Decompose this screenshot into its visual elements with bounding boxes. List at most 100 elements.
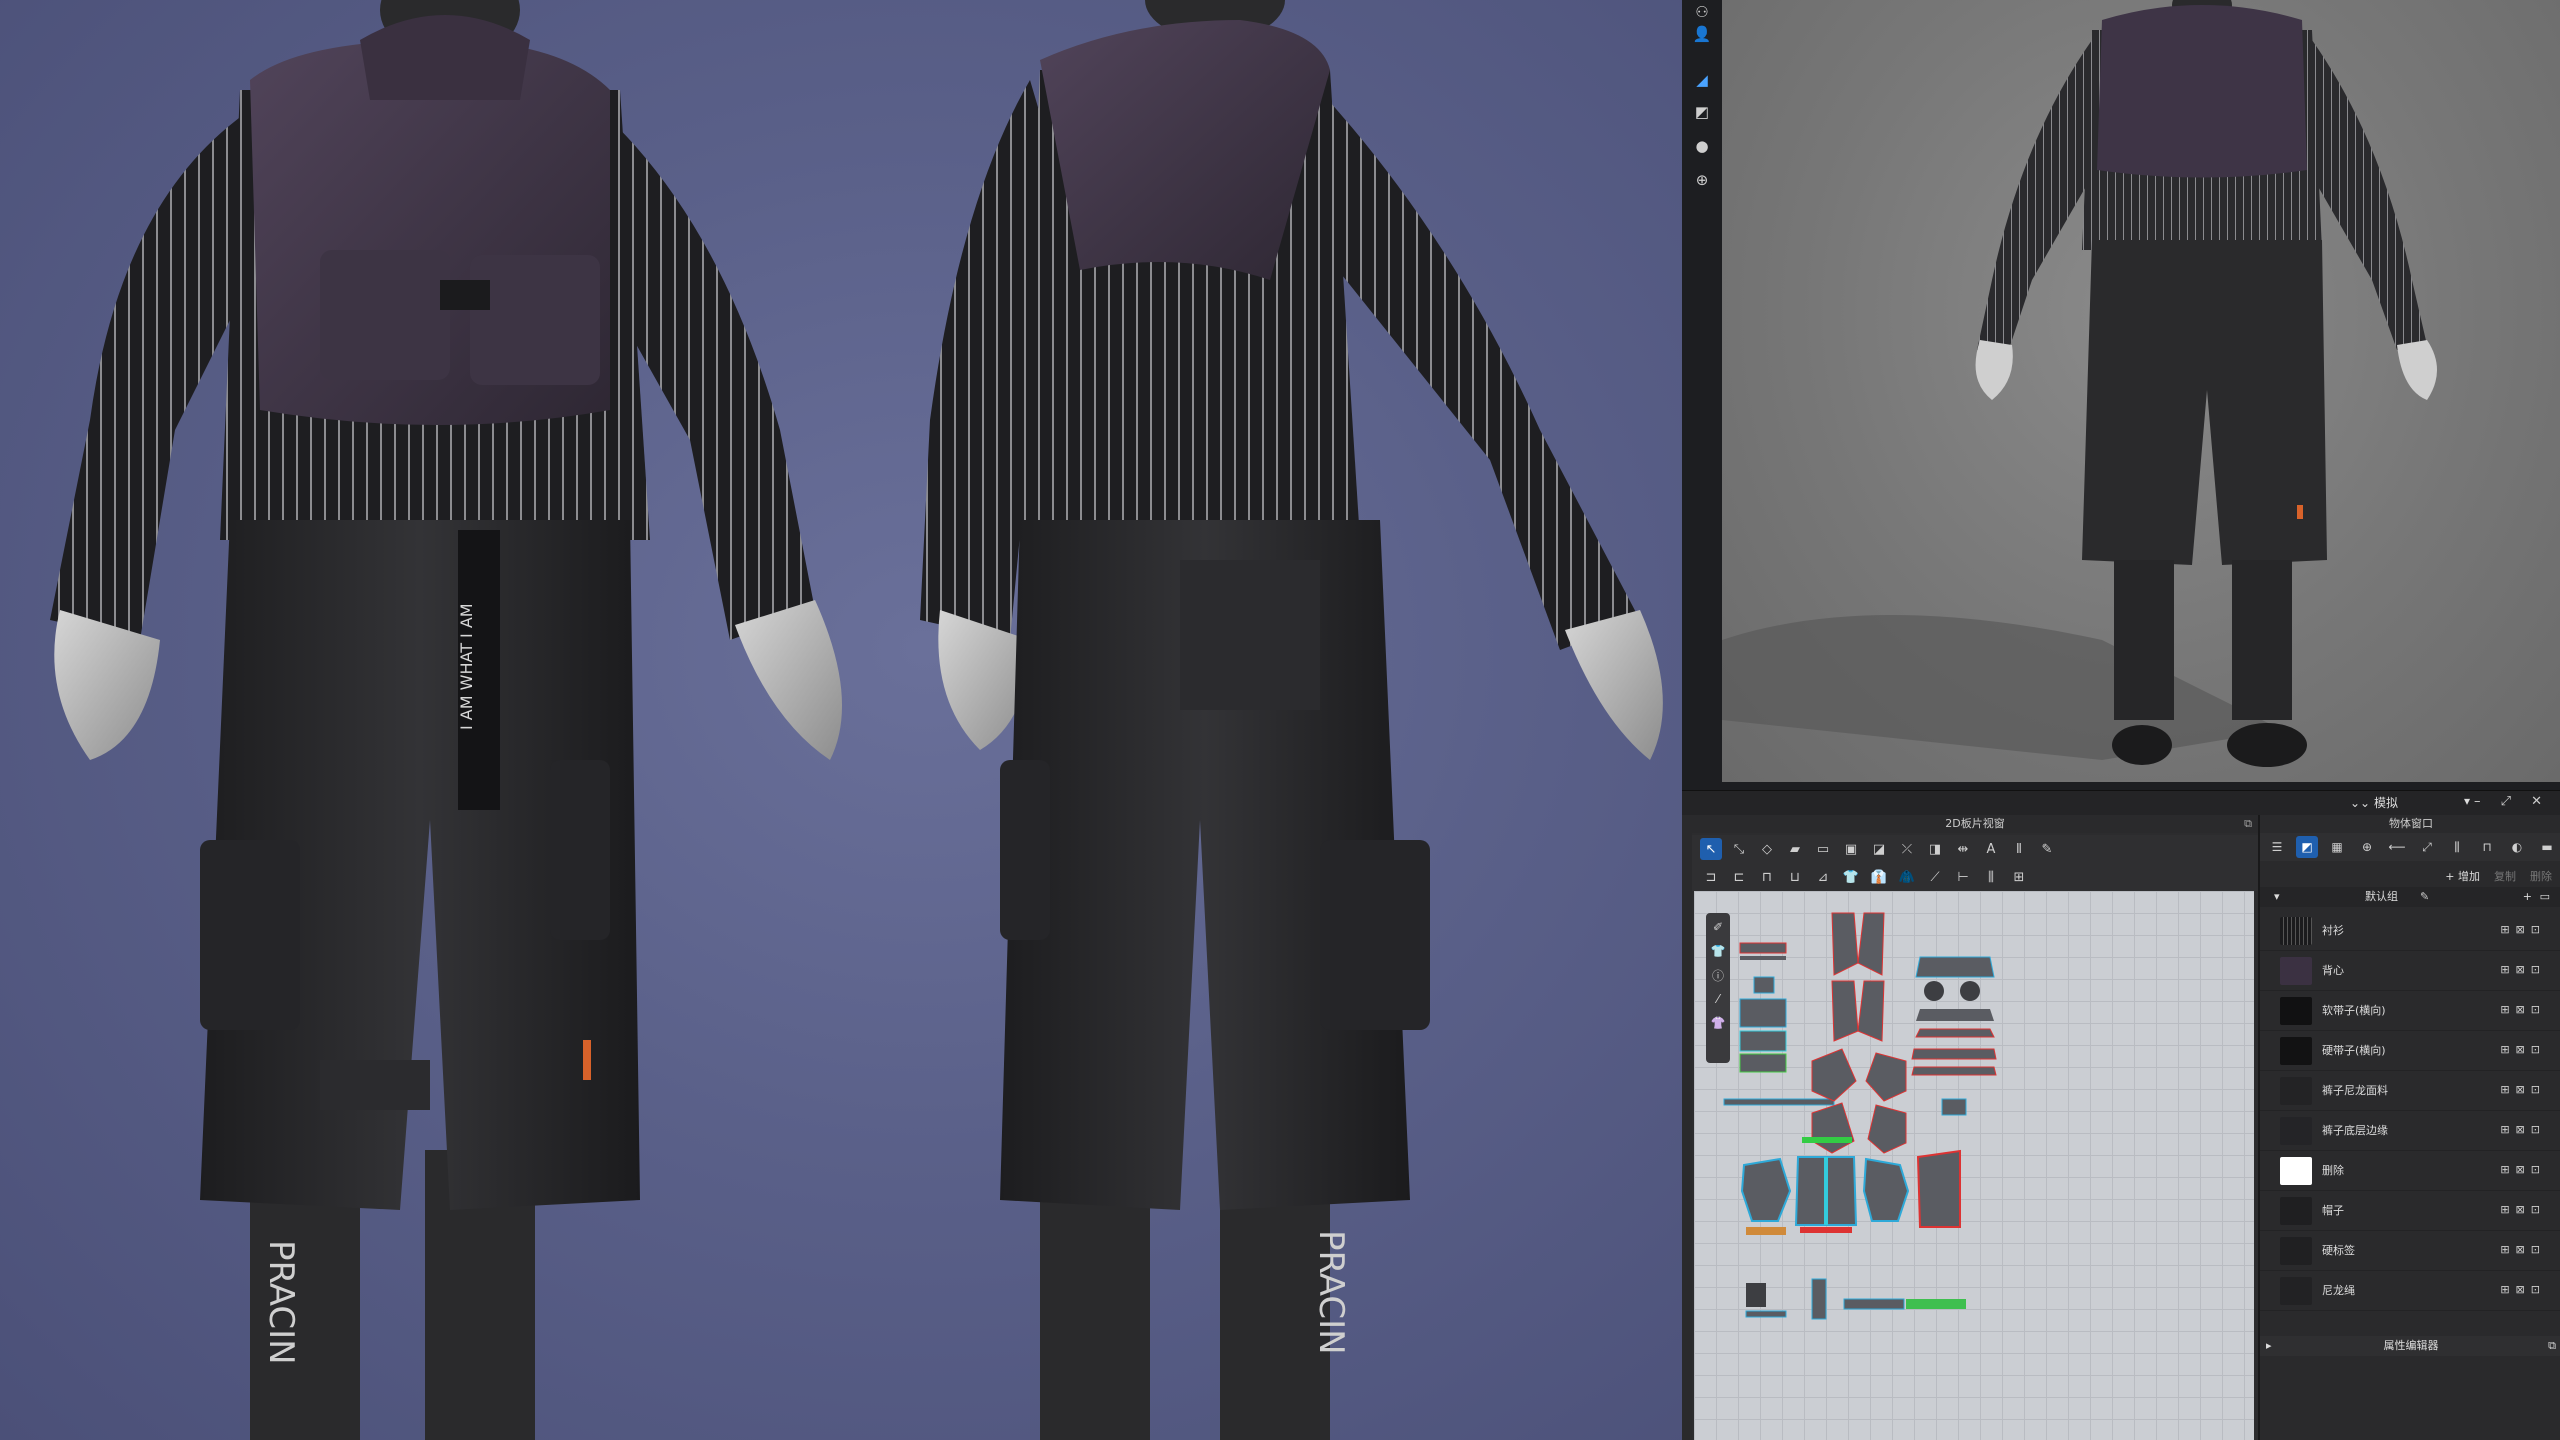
trim-tab-icon[interactable]: ⊓ — [2476, 836, 2498, 858]
back-figure: PRACIN — [920, 0, 1663, 1440]
fold-arrangement-icon[interactable]: ⊿ — [1812, 866, 1834, 888]
edit-pen-icon[interactable]: ✎ — [2420, 887, 2429, 907]
globe-icon[interactable]: ⊕ — [1690, 168, 1714, 192]
segment-sewing-icon[interactable]: ⊐ — [1700, 866, 1722, 888]
dock-icon[interactable]: ⧉ — [2548, 1336, 2556, 1356]
garment-render: PRACIN I AM WHAT I AM PRACIN — [50, 0, 1663, 1440]
collapse-arrow-icon[interactable]: ▾ — [2274, 887, 2280, 907]
2d-pattern-canvas[interactable] — [1694, 891, 2254, 1440]
2d-pattern-window-title: 2D板片视窗 — [1692, 815, 2258, 833]
graphic-tab-icon[interactable]: ▦ — [2326, 836, 2348, 858]
belt-strap-text: I AM WHAT I AM — [457, 603, 476, 730]
material-row[interactable]: 硬标签 ⊞⊠⊡ — [2260, 1231, 2560, 1271]
measure-tab-icon[interactable]: ◐ — [2506, 836, 2528, 858]
polygon-tool-icon[interactable]: ▰ — [1784, 838, 1806, 860]
shirt-tool-icon[interactable]: 👕 — [1840, 866, 1862, 888]
sock-text-left: PRACIN — [261, 1240, 301, 1365]
object-window: 物体窗口 ☰ ◩ ▦ ⊕ ⟵ ⤢ ⫼ ⊓ ◐ ▬ + 增加 复制 删除 ▾ 默认… — [2258, 815, 2560, 1440]
2d-pattern-window: 2D板片视窗 ⧉ ↖ ⤡ ◇ ▰ ▭ ▣ ◪ ⤫ ◨ ⇹ A ⦀ ✎ ⊐ ⊏ ⊓… — [1692, 815, 2258, 1440]
dart-tool-icon[interactable]: ◪ — [1868, 838, 1890, 860]
material-row[interactable]: 软带子(横向) ⊞⊠⊡ — [2260, 991, 2560, 1031]
symmetric-icon[interactable]: ◨ — [1924, 838, 1946, 860]
material-name: 裤子底层边缘 — [2322, 1124, 2388, 1137]
pen-tool-icon[interactable]: ✐ — [1707, 917, 1729, 937]
piping-tab-icon[interactable]: ▬ — [2536, 836, 2558, 858]
material-swatch — [2280, 1077, 2312, 1105]
fabric-icon[interactable]: ◩ — [1690, 100, 1714, 124]
add-icon[interactable]: + — [2523, 887, 2532, 907]
delete-button[interactable]: 删除 — [2530, 868, 2552, 884]
pleat-tool-icon[interactable]: ⦀ — [2008, 838, 2030, 860]
dock-icon[interactable]: ⧉ — [2244, 817, 2252, 831]
unfold-icon[interactable]: ⇹ — [1952, 838, 1974, 860]
material-row-icons[interactable]: ⊞⊠⊡ — [2500, 1123, 2546, 1136]
garment-select-icon[interactable]: 👕 — [1707, 941, 1729, 961]
material-row[interactable]: 裤子底层边缘 ⊞⊠⊡ — [2260, 1111, 2560, 1151]
trace-tool-icon[interactable]: ⤫ — [1896, 838, 1918, 860]
folder-icon[interactable]: ▭ — [2540, 887, 2550, 907]
shirt-fold-icon[interactable]: 👚 — [1707, 1013, 1729, 1033]
add-button[interactable]: + 增加 — [2445, 868, 2480, 884]
material-row-icons[interactable]: ⊞⊠⊡ — [2500, 1083, 2546, 1096]
material-row-icons[interactable]: ⊞⊠⊡ — [2500, 1163, 2546, 1176]
avatar-icon[interactable]: 👤 — [1690, 22, 1714, 46]
zipper-tool-icon[interactable]: ⫼ — [1980, 866, 2002, 888]
expand-icon[interactable]: ▸ — [2266, 1336, 2272, 1356]
text-tool-icon[interactable]: A — [1980, 838, 2002, 860]
material-row-icons[interactable]: ⊞⊠⊡ — [2500, 963, 2546, 976]
material-row[interactable]: 背心 ⊞⊠⊡ — [2260, 951, 2560, 991]
material-row-icons[interactable]: ⊞⊠⊡ — [2500, 1283, 2546, 1296]
material-row[interactable]: 尼龙绳 ⊞⊠⊡ — [2260, 1271, 2560, 1311]
window-controls[interactable]: – ⤢ ✕ — [2474, 794, 2550, 809]
topstitch-tool-icon[interactable]: ✎ — [2036, 838, 2058, 860]
check-sewing-icon[interactable]: ⊔ — [1784, 866, 1806, 888]
material-row-icons[interactable]: ⊞⊠⊡ — [2500, 1043, 2546, 1056]
material-row-icons[interactable]: ⊞⊠⊡ — [2500, 1243, 2546, 1256]
fabric-tab-icon[interactable]: ◩ — [2296, 836, 2318, 858]
zipper-tab-icon[interactable]: ⫼ — [2446, 836, 2468, 858]
default-group-row[interactable]: ▾ 默认组 ✎ + ▭ — [2260, 887, 2560, 907]
material-row[interactable]: 帽子 ⊞⊠⊡ — [2260, 1191, 2560, 1231]
shirt-edit-icon[interactable]: 👔 — [1868, 866, 1890, 888]
material-row[interactable]: 删除 ⊞⊠⊡ — [2260, 1151, 2560, 1191]
grid-tool-icon[interactable]: ⊞ — [2008, 866, 2030, 888]
button-tab-icon[interactable]: ⊕ — [2356, 836, 2378, 858]
topstitch-tab-icon[interactable]: ⤢ — [2416, 836, 2438, 858]
free-sewing-icon[interactable]: ⊏ — [1728, 866, 1750, 888]
ruler-tool-icon[interactable]: ⟋ — [1924, 866, 1946, 888]
buttonhole-tab-icon[interactable]: ⟵ — [2386, 836, 2408, 858]
material-row[interactable]: 硬带子(横向) ⊞⊠⊡ — [2260, 1031, 2560, 1071]
material-row[interactable]: 衬衫 ⊞⊠⊡ — [2260, 911, 2560, 951]
garment-icon[interactable]: ◢ — [1690, 68, 1714, 92]
pattern-toolbar-row-2: ⊐ ⊏ ⊓ ⊔ ⊿ 👕 👔 🧥 ⟋ ⊢ ⫼ ⊞ — [1692, 863, 2258, 891]
3d-viewport[interactable]: ⚇ 👤 ◢ ◩ ● ⊕ — [1682, 0, 2560, 790]
property-editor-header[interactable]: ▸ 属性编辑器 ⧉ — [2260, 1336, 2560, 1356]
avatar-group-icon[interactable]: ⚇ — [1690, 0, 1714, 24]
edit-sewing-icon[interactable]: ⊓ — [1756, 866, 1778, 888]
chevron-double-down-icon: ⌄⌄ — [2350, 796, 2371, 810]
skin-icon[interactable]: ● — [1690, 134, 1714, 158]
material-name: 软带子(横向) — [2322, 1004, 2386, 1017]
copy-button[interactable]: 复制 — [2494, 868, 2516, 884]
material-row-icons[interactable]: ⊞⊠⊡ — [2500, 1203, 2546, 1216]
select-tool-icon[interactable]: ↖ — [1700, 838, 1722, 860]
edit-point-icon[interactable]: ◇ — [1756, 838, 1778, 860]
transform-tool-icon[interactable]: ⤡ — [1728, 838, 1750, 860]
material-row-icons[interactable]: ⊞⊠⊡ — [2500, 1003, 2546, 1016]
material-row-icons[interactable]: ⊞⊠⊡ — [2500, 923, 2546, 936]
material-name: 删除 — [2322, 1164, 2344, 1177]
shirt-texture-icon[interactable]: 🧥 — [1896, 866, 1918, 888]
simulate-dropdown[interactable]: ⌄⌄ 模拟 ▾ — [2350, 794, 2470, 812]
viewport-canvas[interactable] — [1722, 0, 2560, 782]
list-view-icon[interactable]: ☰ — [2266, 836, 2288, 858]
rectangle-tool-icon[interactable]: ▭ — [1812, 838, 1834, 860]
info-icon[interactable]: ⓘ — [1707, 965, 1729, 985]
material-name: 裤子尼龙面料 — [2322, 1084, 2388, 1097]
material-row[interactable]: 裤子尼龙面料 ⊞⊠⊡ — [2260, 1071, 2560, 1111]
material-swatch — [2280, 1037, 2312, 1065]
measure-tool-icon[interactable]: ⊢ — [1952, 866, 1974, 888]
brush-icon[interactable]: ⁄ — [1707, 989, 1729, 1009]
internal-rect-icon[interactable]: ▣ — [1840, 838, 1862, 860]
material-name: 尼龙绳 — [2322, 1284, 2355, 1297]
material-swatch — [2280, 957, 2312, 985]
